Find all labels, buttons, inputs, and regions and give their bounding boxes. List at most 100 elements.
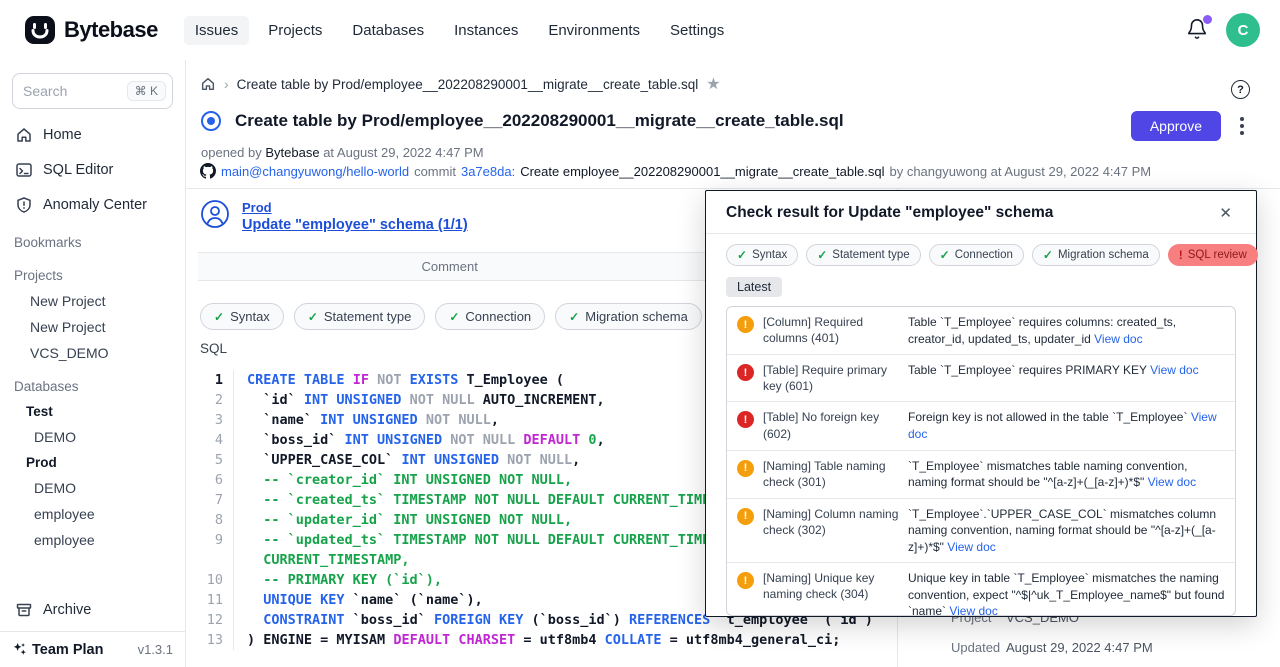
sidebar-item-sql-editor[interactable]: SQL Editor	[0, 152, 185, 187]
sidebar-item-employee[interactable]: employee	[0, 501, 185, 527]
anomaly-center-icon	[15, 196, 33, 214]
check-pill-syntax[interactable]: ✓ Syntax	[726, 244, 798, 266]
topnav-item-settings[interactable]: Settings	[659, 16, 735, 45]
vcs-branch-link[interactable]: main@changyuwong/hello-world	[221, 164, 409, 179]
check-pill-label: Statement type	[324, 309, 411, 324]
sidebar-item-demo[interactable]: DEMO	[0, 424, 185, 450]
notifications-bell-icon[interactable]	[1186, 18, 1210, 42]
top-nav-items: Issues Projects Databases Instances Environm…	[184, 16, 735, 45]
topnav-item-instances[interactable]: Instances	[443, 16, 529, 45]
search-input[interactable]	[23, 83, 109, 99]
check-pill-statement-type[interactable]: ✓Statement type	[294, 303, 426, 330]
version-label: v1.3.1	[138, 642, 173, 657]
code-line: 13) ENGINE = MYISAM DEFAULT CHARSET = ut…	[198, 630, 897, 650]
sql-editor-icon	[15, 161, 33, 179]
sidebar-item-vcs-demo[interactable]: VCS_DEMO	[0, 340, 185, 366]
line-number: 10	[198, 570, 234, 590]
topnav-item-databases[interactable]: Databases	[341, 16, 435, 45]
view-doc-link[interactable]: View doc	[908, 410, 1217, 441]
home-icon[interactable]	[200, 76, 216, 92]
topnav-item-environments[interactable]: Environments	[537, 16, 651, 45]
commit-label: commit	[414, 164, 456, 179]
vcs-commit-meta: main@changyuwong/hello-world commit 3a7e…	[200, 163, 1151, 179]
finding-description: Foreign key is not allowed in the table …	[908, 409, 1225, 442]
check-pill-syntax[interactable]: ✓Syntax	[200, 303, 284, 330]
view-doc-link[interactable]: View doc	[946, 604, 998, 616]
commit-hash-link[interactable]: 3a7e8da:	[461, 164, 515, 179]
check-icon: ✓	[449, 310, 459, 324]
sidebar-item-label: SQL Editor	[43, 162, 113, 178]
bookmark-star-icon[interactable]: ★	[706, 74, 720, 94]
breadcrumb-path[interactable]: Create table by Prod/employee__202208290…	[237, 77, 699, 92]
search-box[interactable]: ⌘ K	[12, 73, 173, 109]
check-icon: ✓	[737, 248, 747, 262]
view-doc-link[interactable]: View doc	[1091, 332, 1143, 346]
stage-environment-link[interactable]: Prod	[242, 200, 468, 215]
check-pill-label: Migration schema	[585, 309, 688, 324]
github-icon	[200, 163, 216, 179]
check-pill-label: Connection	[955, 249, 1013, 261]
check-pill-migration-schema[interactable]: ✓Migration schema	[1032, 244, 1160, 266]
check-pill-label: Connection	[465, 309, 531, 324]
check-pill-sql-review[interactable]: !SQL review	[1168, 244, 1258, 266]
left-sidebar: ⌘ K Home SQL Editor Anomaly Center Bookmar…	[0, 60, 186, 667]
stage-task-link[interactable]: Update "employee" schema (1/1)	[242, 217, 468, 233]
finding-row: ![Column] Required columns (401)Table `T…	[727, 307, 1235, 355]
sidebar-sections: BookmarksProjectsNew ProjectNew ProjectV…	[0, 222, 185, 553]
view-doc-link[interactable]: View doc	[1144, 475, 1196, 489]
help-icon[interactable]: ?	[1231, 80, 1250, 99]
sidebar-item-demo[interactable]: DEMO	[0, 475, 185, 501]
warning-icon: !	[737, 508, 754, 525]
sidebar-item-employee[interactable]: employee	[0, 527, 185, 553]
warning-icon: !	[1179, 248, 1183, 262]
line-number: 13	[198, 630, 234, 650]
issue-opened-meta: opened by Bytebase at August 29, 2022 4:…	[201, 145, 484, 160]
line-number: 12	[198, 610, 234, 630]
bytebase-logo[interactable]: Bytebase	[24, 14, 158, 46]
details-label: Updated	[951, 640, 1006, 655]
user-avatar[interactable]: C	[1226, 13, 1260, 47]
sidebar-item-home[interactable]: Home	[0, 117, 185, 152]
more-actions-icon[interactable]	[1236, 113, 1248, 139]
finding-row: ![Table] No foreign key (602)Foreign key…	[727, 402, 1235, 450]
sidebar-footer: Team Plan v1.3.1	[0, 631, 185, 667]
approve-button[interactable]: Approve	[1131, 111, 1221, 141]
check-pill-label: Statement type	[832, 249, 909, 261]
view-doc-link[interactable]: View doc	[1147, 363, 1199, 377]
sidebar-item-new-project[interactable]: New Project	[0, 314, 185, 340]
view-doc-link[interactable]: View doc	[944, 540, 996, 554]
close-icon[interactable]: ✕	[1215, 202, 1236, 224]
warning-icon: !	[737, 460, 754, 477]
plan-label: Team Plan	[32, 642, 103, 658]
modal-title: Check result for Update "employee" schem…	[726, 204, 1053, 222]
line-number: 3	[198, 410, 234, 430]
sidebar-item-new-project[interactable]: New Project	[0, 288, 185, 314]
check-result-modal: Check result for Update "employee" schem…	[705, 190, 1257, 617]
sidebar-item-prod[interactable]: Prod	[0, 450, 185, 475]
sidebar-item-test[interactable]: Test	[0, 399, 185, 424]
topnav-item-projects[interactable]: Projects	[257, 16, 333, 45]
check-pill-statement-type[interactable]: ✓Statement type	[806, 244, 920, 266]
sidebar-item-archive[interactable]: Archive	[0, 591, 185, 631]
sidebar-section-databases: Databases	[0, 366, 185, 399]
topnav-item-issues[interactable]: Issues	[184, 16, 249, 45]
plan-badge[interactable]: Team Plan	[12, 642, 103, 658]
line-number: 2	[198, 390, 234, 410]
latest-tab[interactable]: Latest	[726, 277, 782, 297]
line-number: 11	[198, 590, 234, 610]
finding-description: Table `T_Employee` requires PRIMARY KEY …	[908, 362, 1225, 394]
sidebar-item-label: Anomaly Center	[43, 197, 147, 213]
commit-message: Create employee__202208290001__migrate__…	[520, 164, 884, 179]
details-value: August 29, 2022 4:47 PM	[1006, 640, 1153, 655]
check-icon: ✓	[214, 310, 224, 324]
finding-rule-title: [Table] No foreign key (602)	[763, 409, 899, 442]
check-pill-migration-schema[interactable]: ✓Migration schema	[555, 303, 702, 330]
finding-rule-title: [Table] Require primary key (601)	[763, 362, 899, 394]
check-pill-connection[interactable]: ✓ Connection	[435, 303, 545, 330]
finding-rule-title: [Naming] Column naming check (302)	[763, 506, 899, 556]
sidebar-item-anomaly-center[interactable]: Anomaly Center	[0, 187, 185, 222]
assignee-avatar-icon	[200, 199, 230, 229]
check-pill-label: Syntax	[752, 249, 787, 261]
check-pill-connection[interactable]: ✓Connection	[929, 244, 1024, 266]
warning-icon: !	[737, 316, 754, 333]
